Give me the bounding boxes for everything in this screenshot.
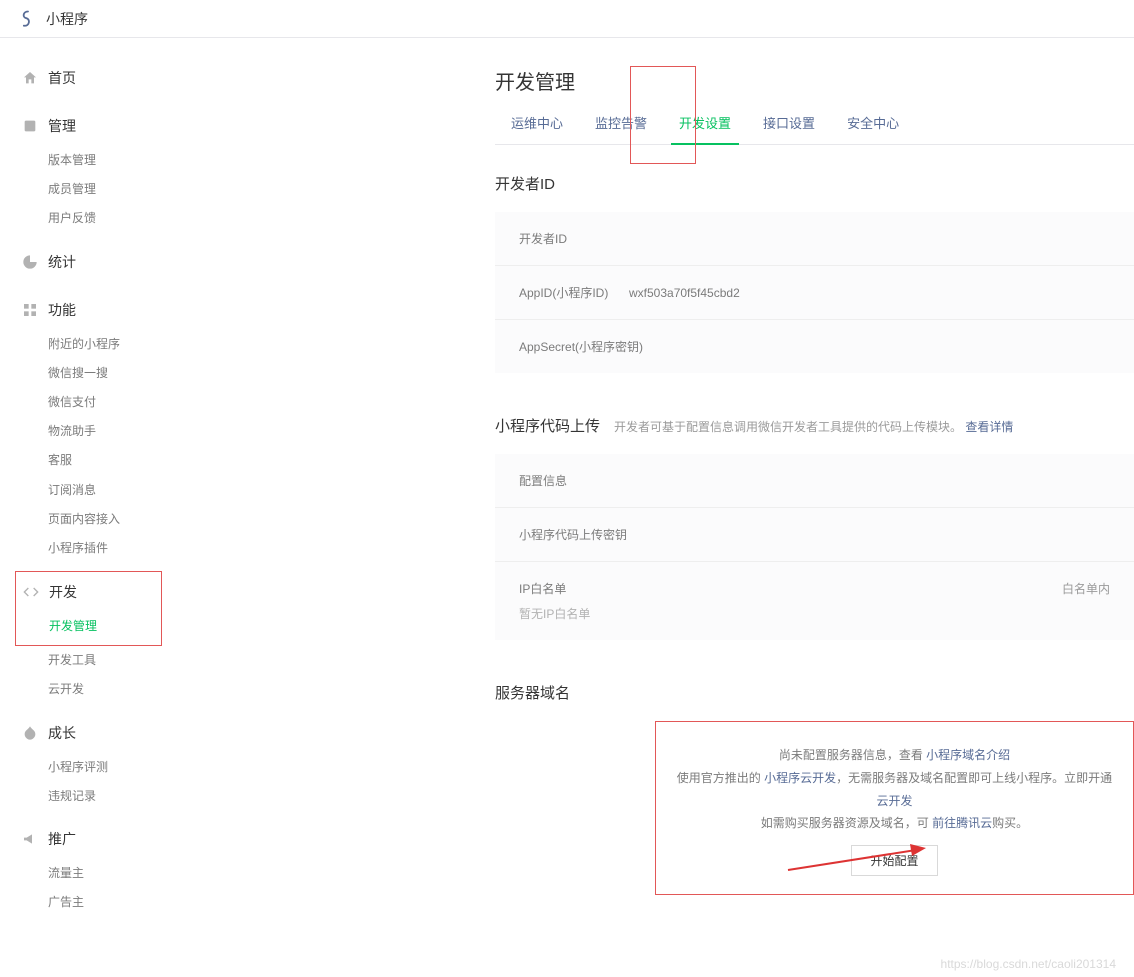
section-title: 开发者ID <box>495 173 555 194</box>
sidebar-sub-devtools[interactable]: 开发工具 <box>0 646 170 675</box>
sidebar-sub-search[interactable]: 微信搜一搜 <box>0 359 170 388</box>
tab-dev-settings[interactable]: 开发设置 <box>663 113 747 144</box>
text: 使用官方推出的 <box>677 771 761 785</box>
ip-whitelist-empty: 暂无IP白名单 <box>519 605 1110 622</box>
sidebar-sub-pagecontent[interactable]: 页面内容接入 <box>0 505 170 534</box>
panel-label: 小程序代码上传密钥 <box>519 528 627 542</box>
panel-appid: AppID(小程序ID) wxf503a70f5f45cbd2 <box>495 265 1134 319</box>
sidebar-sub-devmanage[interactable]: 开发管理 <box>16 612 161 641</box>
sidebar-sub-pay[interactable]: 微信支付 <box>0 388 170 417</box>
sidebar-sub-review[interactable]: 小程序评测 <box>0 753 170 782</box>
sidebar-item-stats[interactable]: 统计 <box>0 242 170 282</box>
panel-config-info: 配置信息 <box>495 454 1134 507</box>
cloud-dev-link[interactable]: 小程序云开发 <box>764 771 836 785</box>
panel-label: 开发者ID <box>519 232 567 246</box>
sidebar-sub-violation[interactable]: 违规记录 <box>0 782 170 811</box>
appid-value: wxf503a70f5f45cbd2 <box>629 286 740 300</box>
panel-appsecret: AppSecret(小程序密钥) <box>495 319 1134 373</box>
sidebar-sub-service[interactable]: 客服 <box>0 446 170 475</box>
sidebar-label: 统计 <box>48 252 76 272</box>
open-cloud-link[interactable]: 云开发 <box>876 794 912 808</box>
features-icon <box>22 302 38 318</box>
tab-monitor-alert[interactable]: 监控告警 <box>579 113 663 144</box>
tab-bar: 运维中心 监控告警 开发设置 接口设置 安全中心 <box>495 113 1134 145</box>
appid-label: AppID(小程序ID) <box>519 284 629 301</box>
server-line3: 如需购买服务器资源及域名，可 前往腾讯云购买。 <box>672 812 1117 835</box>
tencent-cloud-link[interactable]: 前往腾讯云 <box>932 816 992 830</box>
panel-devid-header: 开发者ID <box>495 212 1134 265</box>
watermark: https://blog.csdn.net/caoli201314 <box>941 957 1116 971</box>
text: 尚未配置服务器信息，查看 <box>779 748 923 762</box>
section-desc: 开发者可基于配置信息调用微信开发者工具提供的代码上传模块。 查看详情 <box>614 418 1013 435</box>
tab-api-settings[interactable]: 接口设置 <box>747 113 831 144</box>
text: ，无需服务器及域名配置即可上线小程序。立即开通 <box>836 771 1112 785</box>
content-area: 开发管理 运维中心 监控告警 开发设置 接口设置 安全中心 开发者ID 开发者I… <box>170 38 1134 977</box>
server-line2: 使用官方推出的 小程序云开发，无需服务器及域名配置即可上线小程序。立即开通 云开… <box>672 767 1117 813</box>
sidebar-label: 功能 <box>48 300 76 320</box>
sidebar-label: 首页 <box>48 68 76 88</box>
sidebar-item-home[interactable]: 首页 <box>0 58 170 98</box>
sidebar-sub-subscribe[interactable]: 订阅消息 <box>0 476 170 505</box>
sidebar-sub-traffic[interactable]: 流量主 <box>0 859 170 888</box>
sidebar-sub-nearby[interactable]: 附近的小程序 <box>0 330 170 359</box>
growth-icon <box>22 725 38 741</box>
panel-ip-whitelist: IP白名单 白名单内 暂无IP白名单 <box>495 561 1134 640</box>
sidebar-label: 开发 <box>49 582 77 602</box>
tab-security-center[interactable]: 安全中心 <box>831 113 915 144</box>
text: 如需购买服务器资源及域名，可 <box>761 816 929 830</box>
section-title: 服务器域名 <box>495 682 570 703</box>
sidebar: 首页 管理 版本管理 成员管理 用户反馈 统计 功能 附近的小程序 微信搜 <box>0 38 170 977</box>
sidebar-sub-feedback[interactable]: 用户反馈 <box>0 204 170 233</box>
megaphone-icon <box>22 831 38 847</box>
sidebar-sub-clouddev[interactable]: 云开发 <box>0 675 170 704</box>
app-header: 小程序 <box>0 0 1134 38</box>
view-details-link[interactable]: 查看详情 <box>965 420 1013 434</box>
page-title: 开发管理 <box>495 66 1134 95</box>
sidebar-sub-members[interactable]: 成员管理 <box>0 175 170 204</box>
sidebar-label: 管理 <box>48 116 76 136</box>
sidebar-sub-version[interactable]: 版本管理 <box>0 146 170 175</box>
stats-icon <box>22 254 38 270</box>
sidebar-sub-plugin[interactable]: 小程序插件 <box>0 534 170 563</box>
section-code-upload: 小程序代码上传 开发者可基于配置信息调用微信开发者工具提供的代码上传模块。 查看… <box>495 415 1134 640</box>
panel-upload-secret: 小程序代码上传密钥 <box>495 507 1134 561</box>
appsecret-label: AppSecret(小程序密钥) <box>519 340 643 354</box>
domain-intro-link[interactable]: 小程序域名介绍 <box>926 748 1010 762</box>
panel-label: 配置信息 <box>519 474 567 488</box>
sidebar-sub-advertiser[interactable]: 广告主 <box>0 888 170 917</box>
text: 购买。 <box>992 816 1028 830</box>
ip-whitelist-status: 白名单内 <box>1062 580 1110 597</box>
tab-ops-center[interactable]: 运维中心 <box>495 113 579 144</box>
highlight-box-dev: 开发 开发管理 <box>15 571 162 646</box>
sidebar-item-manage[interactable]: 管理 <box>0 106 170 146</box>
sidebar-item-features[interactable]: 功能 <box>0 290 170 330</box>
sidebar-item-growth[interactable]: 成长 <box>0 713 170 753</box>
miniprogram-logo-icon <box>18 9 38 29</box>
start-config-button[interactable]: 开始配置 <box>851 845 937 876</box>
sidebar-item-promo[interactable]: 推广 <box>0 819 170 859</box>
sidebar-label: 成长 <box>48 723 76 743</box>
home-icon <box>22 70 38 86</box>
ip-whitelist-label: IP白名单 <box>519 580 566 597</box>
sidebar-item-dev[interactable]: 开发 <box>16 572 161 612</box>
app-title: 小程序 <box>46 9 88 29</box>
desc-text: 开发者可基于配置信息调用微信开发者工具提供的代码上传模块。 <box>614 420 962 434</box>
section-developer-id: 开发者ID 开发者ID AppID(小程序ID) wxf503a70f5f45c… <box>495 173 1134 373</box>
server-config-box: 尚未配置服务器信息，查看 小程序域名介绍 使用官方推出的 小程序云开发，无需服务… <box>655 721 1134 895</box>
code-icon <box>23 584 39 600</box>
sidebar-sub-logistics[interactable]: 物流助手 <box>0 417 170 446</box>
sidebar-label: 推广 <box>48 829 76 849</box>
manage-icon <box>22 118 38 134</box>
server-line1: 尚未配置服务器信息，查看 小程序域名介绍 <box>672 744 1117 767</box>
section-server-domain: 服务器域名 尚未配置服务器信息，查看 小程序域名介绍 使用官方推出的 小程序云开… <box>495 682 1134 895</box>
section-title: 小程序代码上传 <box>495 415 600 436</box>
